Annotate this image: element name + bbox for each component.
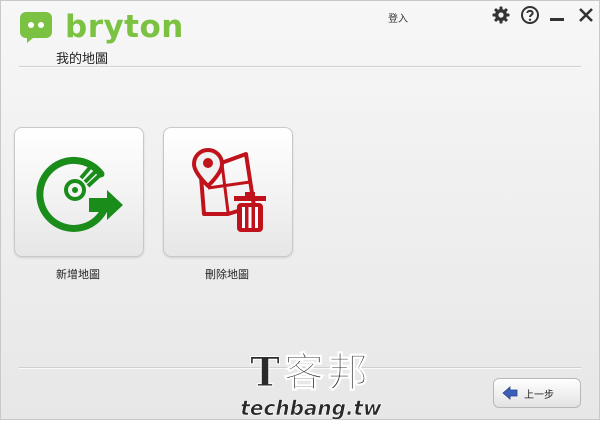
watermark-chinese: T客邦 — [250, 349, 372, 396]
footer-divider — [19, 367, 581, 369]
help-button[interactable] — [520, 5, 540, 25]
minimize-button[interactable] — [547, 5, 567, 25]
add-map-button[interactable] — [14, 127, 144, 257]
app-window: bryton 登入 我的地圖 新增地圖 刪除地圖 T客邦 techbang.tw… — [0, 0, 600, 420]
add-map-icon — [36, 156, 123, 232]
delete-map-icon — [192, 148, 266, 232]
left-arrow-icon — [502, 386, 518, 400]
gear-icon — [492, 6, 510, 24]
add-map-label: 新增地圖 — [56, 268, 100, 281]
page-title: 我的地圖 — [56, 52, 109, 67]
help-icon — [521, 6, 539, 24]
login-link[interactable]: 登入 — [388, 10, 408, 25]
close-icon — [579, 8, 593, 22]
delete-map-label: 刪除地圖 — [205, 268, 249, 281]
watermark: T客邦 techbang.tw — [226, 349, 396, 421]
back-button-label: 上一步 — [524, 389, 554, 401]
header-divider — [19, 66, 581, 68]
settings-button[interactable] — [491, 5, 511, 25]
bryton-logo: bryton — [19, 11, 184, 43]
close-button[interactable] — [576, 5, 596, 25]
minimize-icon — [550, 18, 564, 21]
brand-name: bryton — [65, 9, 184, 45]
delete-map-button[interactable] — [163, 127, 293, 257]
bryton-logo-icon — [20, 12, 52, 43]
back-button[interactable]: 上一步 — [493, 378, 581, 408]
watermark-english: techbang.tw — [240, 396, 382, 420]
